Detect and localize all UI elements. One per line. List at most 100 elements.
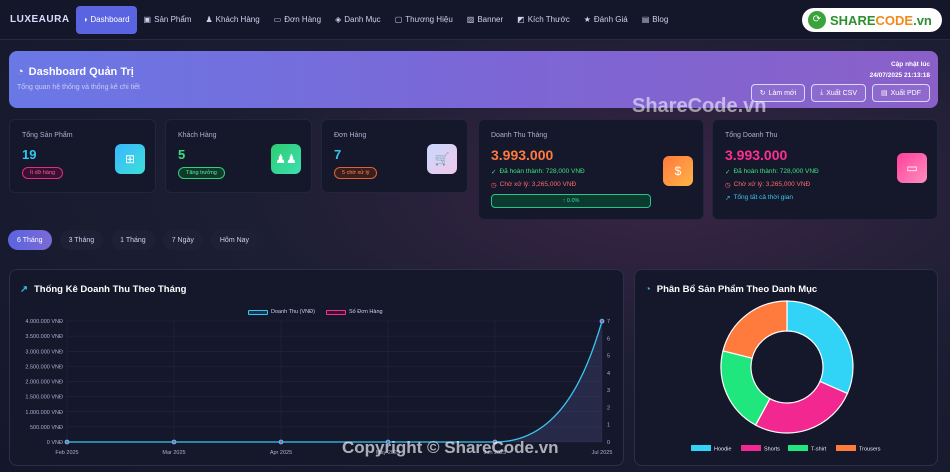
brands-icon: ▢: [394, 15, 403, 24]
customers-icon: ♟: [205, 15, 213, 24]
nav-categories[interactable]: ◈ Danh Mục: [328, 6, 388, 34]
nav-orders[interactable]: ▭ Đơn Hàng: [267, 6, 328, 34]
banner-icon: ▨: [466, 15, 475, 24]
y2-tick-label: 0: [607, 440, 610, 446]
nav-banner[interactable]: ▨ Banner: [460, 6, 510, 34]
card-total-revenue: Tổng Doanh Thu 3.993.000 ✓ Đã hoàn thành:…: [712, 119, 938, 220]
legend-label: T-shirt: [811, 447, 827, 453]
total-revenue-value: 3.993.000: [725, 147, 788, 163]
revenue-chart-panel: ↗ Thống Kê Doanh Thu Theo Tháng Doanh Thu…: [9, 269, 624, 466]
check-circle-icon: ✓: [725, 169, 731, 176]
y-tick-label: 3.500.000 VNĐ: [25, 334, 63, 340]
chart-line-icon: ↗: [725, 195, 731, 202]
legend-swatch: [788, 445, 808, 451]
donut-slice-trousers: [722, 300, 788, 359]
page-subtitle: Tổng quan hệ thống và thống kê chi tiết: [17, 84, 140, 91]
x-tick-label: Feb 2025: [55, 450, 78, 456]
top-navbar: LUXEAURA ◑ Dashboard ▣ Sản Phẩm ♟ Khách Hàng ▭…: [0, 0, 950, 40]
nav-blog[interactable]: ▤ Blog: [635, 6, 676, 34]
sharecode-logo: ⟳ SHARECODE.vn: [802, 8, 942, 32]
legend-swatch: [836, 445, 856, 451]
tab-1-month[interactable]: 1 Tháng: [111, 230, 155, 250]
download-icon: ⤓: [820, 89, 824, 96]
reviews-icon: ★: [583, 15, 591, 24]
nav-brands[interactable]: ▢ Thương Hiệu: [388, 6, 460, 34]
y2-tick-label: 4: [607, 371, 610, 377]
nav-reviews[interactable]: ★ Đánh Giá: [577, 6, 635, 34]
export-pdf-button[interactable]: ▤ Xuất PDF: [872, 84, 930, 102]
y-tick-label: 500.000 VNĐ: [30, 425, 63, 431]
watermark-text: ShareCode.vn: [632, 95, 767, 117]
dashboard-gauge-icon: ◔: [17, 66, 24, 78]
time-range-tabs: 6 Tháng 3 Tháng 1 Tháng 7 Ngày Hôm Nay: [8, 230, 259, 250]
y-tick-label: 0 VNĐ: [47, 440, 63, 446]
tab-6-months[interactable]: 6 Tháng: [8, 230, 52, 250]
dashboard-icon: ◑: [82, 15, 88, 24]
monthly-revenue-value: 3.993.000: [491, 147, 554, 163]
orders-value: 7: [334, 147, 342, 162]
orders-point: [65, 440, 69, 444]
legend-swatch: [691, 445, 711, 451]
status-badge: 5 chờ xử lý: [334, 167, 378, 179]
card-total-products: Tổng Sản Phẩm 19 Ít dữ hàng ⊞: [9, 119, 156, 193]
donut-slice-shorts: [754, 380, 849, 434]
orders-point: [279, 440, 283, 444]
nav-dashboard[interactable]: ◑ Dashboard: [75, 5, 137, 34]
x-tick-label: Jul 2025: [592, 450, 613, 456]
pdf-icon: ▤: [881, 90, 888, 97]
y-tick-label: 2.000.000 VNĐ: [25, 380, 63, 386]
y2-tick-label: 6: [607, 336, 610, 342]
y-tick-label: 4.000.000 VNĐ: [25, 319, 63, 325]
category-chart-panel: ◔ Phân Bổ Sản Phẩm Theo Danh Mục Hoodie Sh…: [634, 269, 938, 466]
status-badge: Tăng trưởng: [178, 167, 225, 179]
tab-today[interactable]: Hôm Nay: [210, 230, 259, 250]
nav-sizes[interactable]: ◩ Kích Thước: [510, 6, 577, 34]
clock-icon: ◷: [725, 182, 731, 189]
y2-tick-label: 7: [607, 319, 610, 325]
check-circle-icon: ✓: [491, 169, 497, 176]
last-updated: Cập nhật lúc 24/07/2025 21:13:18: [869, 61, 930, 79]
copyright-watermark: Copyright © ShareCode.vn: [342, 438, 559, 457]
legend-label: Shorts: [764, 447, 780, 453]
nav-products[interactable]: ▣ Sản Phẩm: [137, 6, 199, 34]
clock-icon: ◷: [491, 182, 497, 189]
products-icon: ▣: [143, 15, 152, 24]
y-tick-label: 3.000.000 VNĐ: [25, 349, 63, 355]
y2-tick-label: 1: [607, 423, 610, 429]
legend-label: Hoodie: [714, 447, 731, 453]
x-tick-label: Apr 2025: [270, 450, 292, 456]
users-icon: ♟♟: [271, 144, 301, 174]
legend-label: Trousers: [859, 447, 881, 453]
y-tick-label: 1.500.000 VNĐ: [25, 395, 63, 401]
orders-point: [600, 319, 604, 323]
x-tick-label: Mar 2025: [162, 450, 185, 456]
status-badge: Ít dữ hàng: [22, 167, 64, 179]
cart-icon: 🛒: [427, 144, 457, 174]
y-tick-label: 2.500.000 VNĐ: [25, 364, 63, 370]
tab-7-days[interactable]: 7 Ngày: [162, 230, 203, 250]
total-products-value: 19: [22, 147, 37, 162]
donut-slice-hoodie: [786, 300, 854, 395]
growth-badge: ↑ 0.0%: [491, 194, 651, 208]
card-customers: Khách Hàng 5 Tăng trưởng ♟♟: [165, 119, 312, 193]
tab-3-months[interactable]: 3 Tháng: [59, 230, 104, 250]
nav-menu: ◑ Dashboard ▣ Sản Phẩm ♟ Khách Hàng ▭ Đơn Hàng ◈…: [75, 5, 676, 34]
wallet-icon: ▭: [897, 153, 927, 183]
sharecode-logo-icon: ⟳: [808, 11, 826, 29]
orders-icon: ▭: [273, 15, 282, 24]
legend-swatch: [741, 445, 761, 451]
shopping-bag-icon: ⊞: [115, 144, 145, 174]
export-csv-button[interactable]: ⤓ Xuất CSV: [811, 84, 867, 102]
y2-tick-label: 3: [607, 388, 610, 394]
categories-icon: ◈: [335, 15, 342, 24]
card-orders: Đơn Hàng 7 5 chờ xử lý 🛒: [321, 119, 468, 193]
brand-logo[interactable]: LUXEAURA: [10, 14, 70, 25]
page-title: Dashboard Quản Trị: [28, 66, 134, 78]
orders-point: [172, 440, 176, 444]
y-tick-label: 1.000.000 VNĐ: [25, 410, 63, 416]
dashboard-header: ◔ Dashboard Quản Trị Tổng quan hệ thống v…: [9, 51, 938, 108]
blog-icon: ▤: [641, 15, 650, 24]
customers-value: 5: [178, 147, 186, 162]
nav-customers[interactable]: ♟ Khách Hàng: [198, 6, 266, 34]
card-monthly-revenue: Doanh Thu Tháng 3.993.000 ✓ Đã hoàn thành…: [478, 119, 704, 220]
